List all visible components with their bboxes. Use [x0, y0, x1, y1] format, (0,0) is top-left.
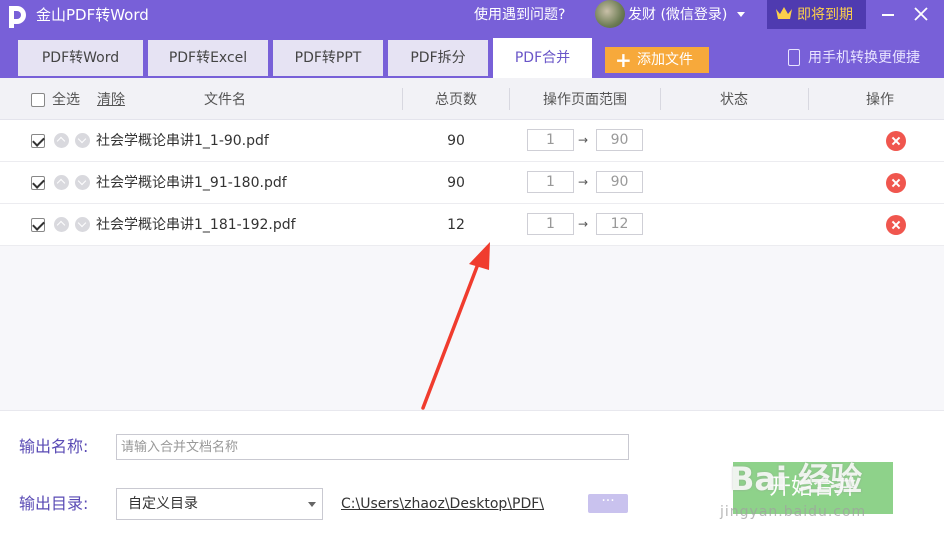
arrow-right-icon: → [578, 175, 589, 189]
file-name: 社会学概论串讲1_1-90.pdf [96, 133, 269, 149]
annotation-arrow-icon [421, 242, 490, 410]
tab-strip: PDF转Word PDF转Excel PDF转PPT PDF拆分 PDF合并 +… [0, 38, 944, 78]
column-divider [808, 88, 809, 110]
column-header-page-range: 操作页面范围 [543, 92, 627, 108]
phone-convert-label: 用手机转换更便捷 [808, 50, 920, 66]
range-to-input[interactable]: 12 [596, 213, 643, 235]
move-down-icon[interactable] [75, 217, 90, 232]
column-header-status: 状态 [720, 92, 748, 108]
column-header-total-pages: 总页数 [435, 92, 477, 108]
range-to-input[interactable]: 90 [596, 171, 643, 193]
tab-pdf-split[interactable]: PDF拆分 [388, 40, 488, 76]
page-count: 12 [447, 217, 465, 233]
plus-icon: + [615, 48, 632, 72]
column-header-file-name: 文件名 [204, 92, 246, 108]
move-up-icon[interactable] [54, 217, 69, 232]
column-divider [660, 88, 661, 110]
column-divider [509, 88, 510, 110]
user-name[interactable]: 发财 (微信登录) [628, 5, 727, 25]
delete-button[interactable] [886, 131, 906, 151]
output-dir-selected: 自定义目录 [128, 496, 198, 512]
arrow-right-icon: → [578, 133, 589, 147]
move-up-icon[interactable] [54, 133, 69, 148]
output-name-label: 输出名称: [19, 437, 89, 456]
minimize-icon[interactable] [882, 14, 894, 16]
row-checkbox[interactable] [31, 176, 45, 190]
browse-button[interactable]: ··· [588, 494, 628, 513]
column-header-action: 操作 [866, 92, 894, 108]
add-file-button[interactable]: + 添加文件 [605, 47, 709, 73]
row-checkbox[interactable] [31, 218, 45, 232]
move-down-icon[interactable] [75, 175, 90, 190]
column-divider [402, 88, 403, 110]
row-checkbox[interactable] [31, 134, 45, 148]
range-from-input[interactable]: 1 [527, 171, 574, 193]
close-icon[interactable] [913, 6, 929, 22]
output-dir-select[interactable]: 自定义目录 [116, 488, 323, 520]
chevron-down-icon[interactable] [737, 12, 745, 17]
tab-pdf-to-word[interactable]: PDF转Word [18, 40, 143, 76]
delete-button[interactable] [886, 173, 906, 193]
range-to-input[interactable]: 90 [596, 129, 643, 151]
add-file-label: 添加文件 [637, 52, 693, 68]
chevron-down-icon [308, 502, 316, 507]
file-name: 社会学概论串讲1_181-192.pdf [96, 217, 296, 233]
crown-icon [776, 7, 792, 19]
select-all-checkbox[interactable] [31, 93, 45, 107]
range-from-input[interactable]: 1 [527, 213, 574, 235]
tab-pdf-merge[interactable]: PDF合并 [493, 38, 592, 78]
file-name: 社会学概论串讲1_91-180.pdf [96, 175, 287, 191]
clear-button[interactable]: 清除 [97, 91, 125, 109]
table-row[interactable]: 社会学概论串讲1_91-180.pdf 90 1 → 90 [0, 162, 944, 204]
user-avatar[interactable] [595, 0, 625, 28]
output-panel: 输出名称: 输出目录: 自定义目录 C:\Users\zhaoz\Desktop… [0, 410, 944, 549]
move-up-icon[interactable] [54, 175, 69, 190]
vip-button[interactable]: 即将到期 [767, 0, 866, 29]
output-dir-path[interactable]: C:\Users\zhaoz\Desktop\PDF\ [341, 494, 544, 514]
page-count: 90 [447, 175, 465, 191]
table-row[interactable]: 社会学概论串讲1_1-90.pdf 90 1 → 90 [0, 120, 944, 162]
delete-button[interactable] [886, 215, 906, 235]
select-all-label[interactable]: 全选 [52, 91, 80, 109]
start-merge-button[interactable]: 开始合并 [733, 462, 893, 514]
move-down-icon[interactable] [75, 133, 90, 148]
app-logo-icon [9, 6, 26, 28]
table-header: 全选 清除 文件名 总页数 操作页面范围 状态 操作 [0, 78, 944, 120]
output-name-input[interactable] [116, 434, 629, 460]
tab-pdf-to-ppt[interactable]: PDF转PPT [273, 40, 383, 76]
app-title: 金山PDF转Word [36, 6, 149, 24]
vip-label: 即将到期 [797, 7, 853, 23]
phone-icon [788, 49, 800, 66]
output-dir-label: 输出目录: [19, 494, 89, 513]
help-link[interactable]: 使用遇到问题? [474, 5, 565, 25]
tab-pdf-to-excel[interactable]: PDF转Excel [148, 40, 268, 76]
arrow-right-icon: → [578, 217, 589, 231]
page-count: 90 [447, 133, 465, 149]
title-bar: 金山PDF转Word 使用遇到问题? 发财 (微信登录) 即将到期 [0, 0, 944, 38]
range-from-input[interactable]: 1 [527, 129, 574, 151]
